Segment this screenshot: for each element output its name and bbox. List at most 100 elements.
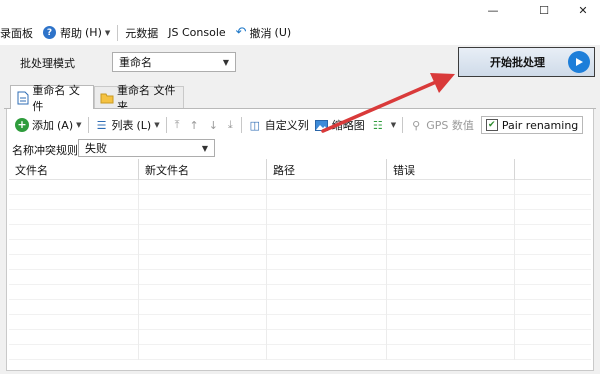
- view-options-icon: ☷: [372, 118, 383, 132]
- move-top-button[interactable]: ⤒: [170, 115, 185, 135]
- table-row[interactable]: [9, 285, 591, 300]
- table-cell: [9, 225, 139, 240]
- column-header-path[interactable]: 路径: [267, 159, 387, 180]
- menu-bar: 录面板 ? 帮助 (H) ▼ 元数据 JS Console ↶ 撤消 (U): [0, 20, 600, 45]
- list-icon: ☰: [96, 118, 107, 132]
- table-cell: [267, 270, 387, 285]
- table-row[interactable]: [9, 240, 591, 255]
- tab-rename-files[interactable]: 重命名 文件: [10, 84, 94, 113]
- toolbar-separator: [87, 117, 89, 133]
- file-table-body[interactable]: [9, 180, 591, 370]
- table-cell: [387, 285, 515, 300]
- table-cell: [387, 180, 515, 195]
- move-up-button[interactable]: ↑: [184, 115, 203, 135]
- menu-panel[interactable]: 录面板: [0, 22, 36, 44]
- gps-values-label: GPS 数值: [426, 119, 474, 132]
- minimize-icon: —: [487, 3, 499, 17]
- table-cell: [139, 315, 267, 330]
- table-cell: [515, 210, 591, 225]
- table-cell: [9, 240, 139, 255]
- table-cell: [267, 315, 387, 330]
- table-cell: [515, 330, 591, 345]
- table-row[interactable]: [9, 210, 591, 225]
- conflict-rule-select[interactable]: 失败 ▼: [78, 139, 215, 157]
- batch-mode-value: 重命名: [119, 56, 152, 69]
- table-cell: [9, 180, 139, 195]
- menu-help[interactable]: ? 帮助 (H) ▼: [40, 22, 113, 44]
- table-cell: [139, 240, 267, 255]
- thumbnail-icon: [315, 118, 329, 132]
- list-button[interactable]: ☰ 列表 (L) ▼: [92, 115, 163, 135]
- column-header-error[interactable]: 错误: [387, 159, 515, 180]
- pair-renaming-label: Pair renaming: [501, 118, 579, 132]
- toolbar-separator: [402, 117, 404, 133]
- column-header-new-filename[interactable]: 新文件名: [139, 159, 267, 180]
- table-cell: [9, 345, 139, 360]
- minimize-button[interactable]: —: [476, 0, 510, 20]
- column-header-filler: [515, 159, 591, 180]
- view-options-button[interactable]: ☷ ▼: [368, 115, 399, 135]
- table-row[interactable]: [9, 330, 591, 345]
- table-row[interactable]: [9, 270, 591, 285]
- table-cell: [9, 195, 139, 210]
- table-row[interactable]: [9, 225, 591, 240]
- custom-columns-button[interactable]: ◫ 自定义列: [245, 115, 312, 135]
- move-down-button[interactable]: ↓: [204, 115, 223, 135]
- table-cell: [139, 255, 267, 270]
- table-cell: [515, 255, 591, 270]
- table-row[interactable]: [9, 195, 591, 210]
- columns-icon: ◫: [249, 118, 260, 132]
- tab-rename-folders[interactable]: 重命名 文件夹: [94, 84, 184, 113]
- chevron-down-icon: ▼: [154, 121, 160, 129]
- toolbar-separator: [165, 117, 167, 133]
- table-cell: [139, 195, 267, 210]
- table-row[interactable]: [9, 180, 591, 195]
- batch-mode-select[interactable]: 重命名 ▼: [112, 52, 236, 72]
- table-cell: [267, 180, 387, 195]
- move-bottom-button[interactable]: ⤓: [223, 115, 238, 135]
- title-bar: — ☐ ✕: [0, 0, 600, 20]
- maximize-button[interactable]: ☐: [527, 0, 561, 20]
- table-cell: [267, 255, 387, 270]
- table-cell: [9, 300, 139, 315]
- column-header-filename[interactable]: 文件名: [9, 159, 139, 180]
- table-row[interactable]: [9, 255, 591, 270]
- table-cell: [387, 210, 515, 225]
- custom-columns-label: 自定义列: [264, 119, 309, 132]
- menu-undo[interactable]: ↶ 撤消 (U): [233, 22, 295, 44]
- table-cell: [139, 285, 267, 300]
- table-row[interactable]: [9, 345, 591, 360]
- pair-renaming-toggle[interactable]: ✔ Pair renaming: [480, 116, 584, 134]
- table-cell: [9, 315, 139, 330]
- folder-icon: [100, 91, 114, 105]
- conflict-rule-label: 名称冲突规则:: [12, 144, 82, 157]
- table-cell: [515, 345, 591, 360]
- thumbnail-button[interactable]: 缩略图: [312, 115, 368, 135]
- file-toolbar: + 添加 (A) ▼ ☰ 列表 (L) ▼ ⤒ ↑ ↓ ⤓ ◫ 自定义列 缩略图…: [12, 114, 584, 136]
- table-cell: [139, 210, 267, 225]
- add-shortcut: (A): [57, 118, 74, 132]
- menu-help-label: 帮助: [60, 26, 82, 40]
- maximize-icon: ☐: [539, 3, 549, 17]
- table-cell: [515, 240, 591, 255]
- table-cell: [515, 195, 591, 210]
- arrow-up-icon: ↑: [189, 118, 199, 132]
- table-cell: [9, 330, 139, 345]
- gps-values-button[interactable]: ⚲ GPS 数值: [406, 115, 477, 135]
- list-label: 列表: [111, 119, 134, 132]
- menu-help-shortcut: (H): [85, 26, 102, 39]
- table-cell: [515, 270, 591, 285]
- start-batch-button[interactable]: 开始批处理: [458, 47, 595, 77]
- close-button[interactable]: ✕: [566, 0, 600, 20]
- table-cell: [139, 300, 267, 315]
- table-cell: [267, 195, 387, 210]
- table-cell: [267, 345, 387, 360]
- start-batch-label: 开始批处理: [490, 56, 545, 69]
- table-row[interactable]: [9, 300, 591, 315]
- table-cell: [387, 270, 515, 285]
- menu-metadata[interactable]: 元数据: [122, 22, 161, 44]
- rename-file-icon: [16, 91, 29, 105]
- add-button[interactable]: + 添加 (A) ▼: [12, 115, 85, 135]
- menu-js-console[interactable]: JS Console: [165, 22, 228, 44]
- table-row[interactable]: [9, 315, 591, 330]
